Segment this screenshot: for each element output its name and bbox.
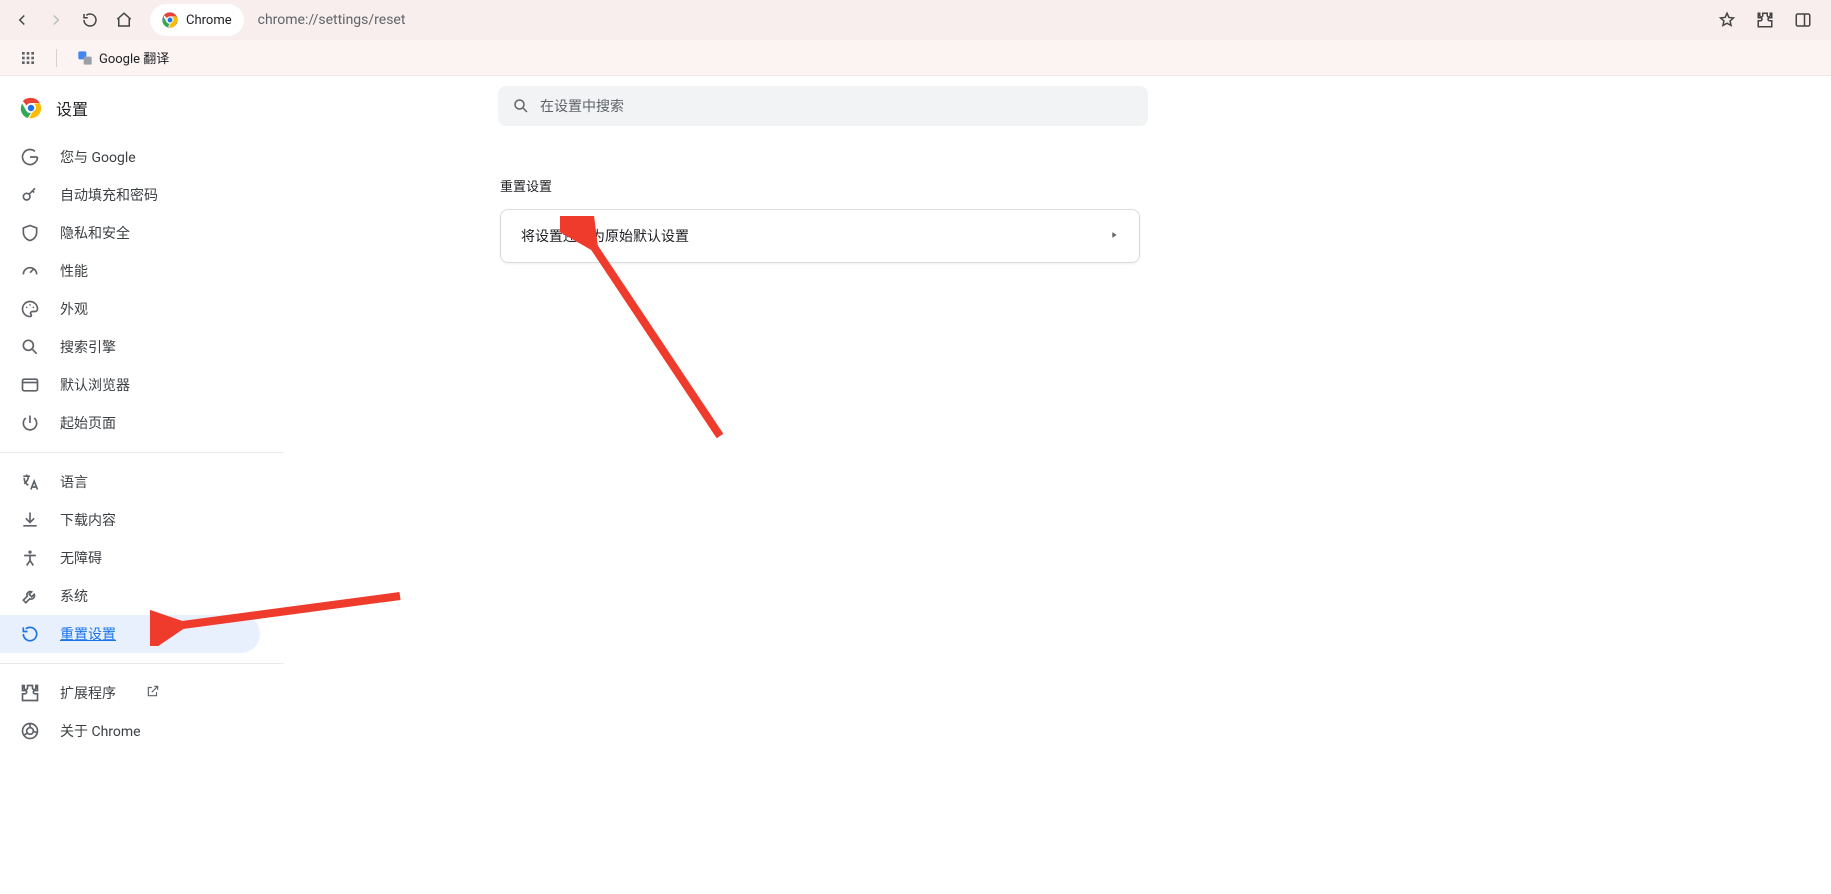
sidebar-item-on-startup[interactable]: 起始页面	[0, 404, 260, 442]
sidebar-item-label: 重置设置	[60, 624, 116, 644]
card-row-label: 将设置还原为原始默认设置	[521, 226, 689, 246]
chrome-logo-icon	[20, 97, 42, 119]
speedometer-icon	[20, 261, 40, 281]
sidebar-item-label: 无障碍	[60, 548, 102, 568]
sidebar-item-label: 扩展程序	[60, 683, 116, 703]
address-bar[interactable]: chrome://settings/reset	[250, 4, 1707, 36]
site-chip-label: Chrome	[186, 13, 232, 28]
sidebar-item-appearance[interactable]: 外观	[0, 290, 260, 328]
external-link-icon	[146, 684, 160, 702]
download-icon	[20, 510, 40, 530]
browser-icon	[20, 375, 40, 395]
sidebar-item-label: 关于 Chrome	[60, 721, 141, 741]
bookmarks-separator	[56, 49, 57, 67]
sidebar-item-autofill[interactable]: 自动填充和密码	[0, 176, 260, 214]
palette-icon	[20, 299, 40, 319]
chevron-right-icon	[1109, 228, 1119, 244]
sidebar-item-label: 自动填充和密码	[60, 185, 158, 205]
reload-icon	[81, 11, 99, 29]
back-button[interactable]	[8, 6, 36, 34]
apps-shortcut[interactable]	[14, 46, 42, 70]
apps-grid-icon	[20, 50, 36, 66]
sidebar-divider	[0, 452, 284, 453]
sidebar-item-you-and-google[interactable]: 您与 Google	[0, 138, 260, 176]
google-g-icon	[20, 147, 40, 167]
sidepanel-icon	[1794, 11, 1812, 29]
arrow-left-icon	[13, 11, 31, 29]
arrow-right-icon	[47, 11, 65, 29]
sidebar-item-performance[interactable]: 性能	[0, 252, 260, 290]
chrome-outline-icon	[20, 721, 40, 741]
bookmark-google-translate[interactable]: Google 翻译	[71, 44, 175, 71]
home-icon	[115, 11, 133, 29]
reset-card: 将设置还原为原始默认设置	[500, 209, 1140, 263]
settings-search-input[interactable]: 在设置中搜索	[498, 86, 1148, 126]
sidebar-item-privacy[interactable]: 隐私和安全	[0, 214, 260, 252]
sidebar-item-label: 语言	[60, 472, 88, 492]
sidebar-item-system[interactable]: 系统	[0, 577, 260, 615]
sidebar-nav: 您与 Google 自动填充和密码 隐私和安全 性能 外观 搜索引擎	[0, 138, 284, 750]
sidebar-item-label: 搜索引擎	[60, 337, 116, 357]
sidebar-divider	[0, 663, 284, 664]
sidebar-item-extensions[interactable]: 扩展程序	[0, 674, 260, 712]
url-text: chrome://settings/reset	[258, 12, 406, 28]
sidebar-item-downloads[interactable]: 下载内容	[0, 501, 260, 539]
home-button[interactable]	[110, 6, 138, 34]
sidebar-item-label: 外观	[60, 299, 88, 319]
restore-defaults-row[interactable]: 将设置还原为原始默认设置	[501, 210, 1139, 262]
reset-icon	[20, 624, 40, 644]
sidebar-item-label: 起始页面	[60, 413, 116, 433]
star-icon	[1718, 11, 1736, 29]
sidebar-item-label: 系统	[60, 586, 88, 606]
translate-icon	[20, 472, 40, 492]
search-placeholder: 在设置中搜索	[540, 96, 624, 116]
browser-toolbar: Chrome chrome://settings/reset	[0, 0, 1831, 40]
shield-icon	[20, 223, 40, 243]
side-panel-button[interactable]	[1789, 6, 1817, 34]
sidebar-item-label: 下载内容	[60, 510, 116, 530]
search-icon	[20, 337, 40, 357]
extensions-button[interactable]	[1751, 6, 1779, 34]
sidebar-item-languages[interactable]: 语言	[0, 463, 260, 501]
sidebar-item-label: 隐私和安全	[60, 223, 130, 243]
power-icon	[20, 413, 40, 433]
settings-main: 在设置中搜索 重置设置 将设置还原为原始默认设置	[284, 76, 1831, 894]
reload-button[interactable]	[76, 6, 104, 34]
search-icon	[512, 97, 530, 115]
sidebar-item-label: 默认浏览器	[60, 375, 130, 395]
translate-icon	[77, 50, 93, 66]
toolbar-right	[1713, 6, 1823, 34]
settings-page: 设置 您与 Google 自动填充和密码 隐私和安全 性能 外观	[0, 76, 1831, 894]
sidebar-item-reset[interactable]: 重置设置	[0, 615, 260, 653]
settings-sidebar: 设置 您与 Google 自动填充和密码 隐私和安全 性能 外观	[0, 76, 284, 894]
sidebar-item-search-engine[interactable]: 搜索引擎	[0, 328, 260, 366]
sidebar-item-label: 您与 Google	[60, 147, 136, 167]
puzzle-icon	[1756, 11, 1774, 29]
forward-button[interactable]	[42, 6, 70, 34]
sidebar-item-about[interactable]: 关于 Chrome	[0, 712, 260, 750]
section-title: 重置设置	[500, 176, 1831, 195]
bookmark-star-button[interactable]	[1713, 6, 1741, 34]
key-icon	[20, 185, 40, 205]
wrench-icon	[20, 586, 40, 606]
sidebar-item-accessibility[interactable]: 无障碍	[0, 539, 260, 577]
puzzle-icon	[20, 683, 40, 703]
search-wrap: 在设置中搜索	[498, 86, 1148, 126]
sidebar-item-label: 性能	[60, 261, 88, 281]
accessibility-icon	[20, 548, 40, 568]
site-info-chip[interactable]: Chrome	[150, 4, 244, 36]
bookmarks-bar: Google 翻译	[0, 40, 1831, 76]
sidebar-item-default-browser[interactable]: 默认浏览器	[0, 366, 260, 404]
bookmark-label: Google 翻译	[99, 48, 169, 67]
sidebar-header: 设置	[0, 88, 284, 138]
sidebar-title: 设置	[56, 96, 88, 120]
chrome-icon	[162, 12, 178, 28]
